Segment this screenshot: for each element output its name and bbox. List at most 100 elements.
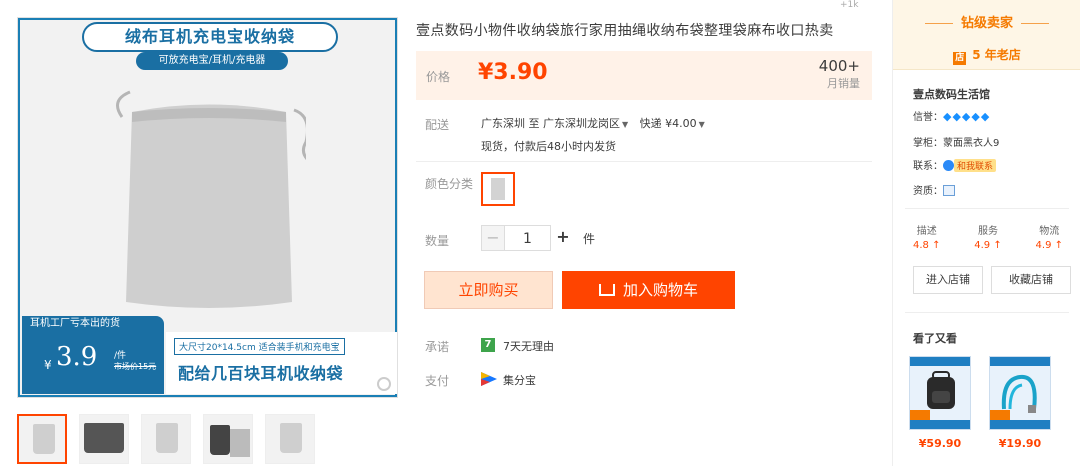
watch-again-title: 看了又看 [913, 332, 957, 345]
recommendation-item[interactable] [989, 356, 1051, 430]
score-label: 服务 [978, 226, 998, 237]
score-logistics: 物流 4.9 ↑ [1036, 222, 1063, 251]
promo-slogan: 配给几百块耳机收纳袋 [178, 364, 344, 383]
credit-row: 信誉：◆◆◆◆◆ [913, 108, 990, 123]
ship-method-select[interactable]: 快递 ¥4.00 ▼ [640, 117, 713, 130]
product-title: 壹点数码小物件收纳袋旅行家用抽绳收纳布袋整理袋麻布收口热卖 [416, 23, 834, 39]
bag-illustration [116, 90, 306, 308]
shop-age: 店 5 年老店 [893, 46, 1080, 65]
promo-price-block: ¥ 3.9 /件 市场价15元 [22, 332, 164, 394]
promo-tag: 耳机工厂亏本出的货 [22, 316, 164, 332]
license-icon[interactable] [943, 185, 955, 196]
enter-shop-button[interactable]: 进入店铺 [913, 266, 983, 294]
main-image-canvas: 绒布耳机充电宝收纳袋 可放充电宝/耳机/充电器 耳机工厂亏本出的货 ¥ 3.9 … [20, 20, 397, 395]
score-label: 描述 [916, 226, 937, 237]
qualification-label: 资质： [913, 186, 943, 197]
sales-count: 400+ [818, 57, 860, 75]
sales-label: 月销量 [827, 77, 860, 90]
price-label: 价格 [426, 70, 451, 84]
seller-sidebar: 钻级卖家 店 5 年老店 壹点数码生活馆 信誉：◆◆◆◆◆ 掌柜：蒙面黑衣人9 联… [892, 0, 1080, 466]
promo-price: 3.9 [56, 342, 98, 372]
score-description: 描述 4.8 ↑ [913, 222, 940, 251]
shop-age-text: 5 年老店 [972, 48, 1021, 62]
ship-method: 快递 ¥4.00 [639, 117, 697, 130]
thumbnail-5[interactable] [265, 414, 315, 464]
buy-now-button[interactable]: 立即购买 [424, 271, 553, 309]
cable-icon [1001, 374, 1037, 413]
color-swatch-selected[interactable] [481, 172, 515, 206]
promo-size-block: 大尺寸20*14.5cm 适合装手机和充电宝 配给几百块耳机收纳袋 [166, 332, 397, 394]
image-banner-title: 绒布耳机充电宝收纳袋 [82, 22, 338, 52]
thumbnail-1[interactable] [17, 414, 67, 464]
ship-from: 广东深圳 [481, 117, 525, 130]
divider [905, 208, 1069, 209]
divider [905, 312, 1069, 313]
thumbnail-3[interactable] [141, 414, 191, 464]
contact-button[interactable]: 和我联系 [954, 159, 997, 172]
shop-name[interactable]: 壹点数码生活馆 [913, 86, 990, 102]
thumbnail-strip [17, 414, 315, 464]
keeper-row: 掌柜：蒙面黑衣人9 [913, 134, 999, 149]
shipping-info: 广东深圳 至 广东深圳龙岗区 ▼ 快递 ¥4.00 ▼ [481, 115, 713, 131]
chevron-down-icon: ▼ [622, 120, 629, 129]
quantity-label: 数量 [425, 234, 450, 248]
quantity-stepper: − 1 + 件 [481, 225, 595, 251]
zoom-icon[interactable] [377, 377, 391, 391]
add-to-cart-button[interactable]: 加入购物车 [562, 271, 735, 309]
image-banner-subtitle: 可放充电宝/耳机/充电器 [136, 52, 288, 70]
score-value: 4.9 ↑ [1035, 240, 1063, 251]
promise-text[interactable]: 7天无理由 [503, 338, 554, 354]
price-value: ¥3.90 [478, 60, 548, 85]
promo-size: 大尺寸20*14.5cm 适合装手机和充电宝 [174, 338, 345, 355]
shipping-label: 配送 [425, 118, 450, 132]
contact-row: 联系： 和我联系 [913, 157, 997, 172]
recommendation-item[interactable] [909, 356, 971, 430]
main-product-image[interactable]: 绒布耳机充电宝收纳袋 可放充电宝/耳机/充电器 耳机工厂亏本出的货 ¥ 3.9 … [17, 17, 398, 398]
divider [416, 161, 872, 162]
return-policy-icon: 7 [481, 338, 495, 352]
keeper-name[interactable]: 蒙面黑衣人9 [943, 138, 999, 149]
score-value: 4.9 ↑ [974, 240, 1002, 251]
promo-yen: ¥ [44, 358, 52, 372]
promise-label: 承诺 [425, 340, 450, 354]
cart-icon [598, 284, 615, 296]
score-service: 服务 4.9 ↑ [974, 222, 1001, 251]
recommendation-price: ¥19.90 [998, 437, 1042, 450]
ship-to-word: 至 [528, 117, 540, 130]
ship-to-select[interactable]: 广东深圳龙岗区 ▼ [543, 117, 636, 130]
quantity-unit: 件 [583, 231, 596, 246]
quantity-input[interactable]: 1 [505, 225, 551, 251]
keeper-label: 掌柜： [913, 138, 943, 149]
favorite-shop-button[interactable]: 收藏店铺 [991, 266, 1071, 294]
quantity-minus-button[interactable]: − [481, 225, 505, 251]
monthly-sales: 400+ 月销量 [819, 57, 860, 91]
qualification-row: 资质： [913, 182, 955, 197]
score-value: 4.8 ↑ [913, 240, 941, 251]
quantity-plus-button[interactable]: + [551, 225, 575, 251]
backpack-icon [927, 371, 955, 409]
promo-unit: /件 [114, 351, 127, 361]
credit-label: 信誉： [913, 112, 943, 123]
credit-diamond-icon: ◆◆◆◆◆ [943, 110, 991, 123]
chat-icon [943, 160, 954, 171]
shop-scores: 描述 4.8 ↑ 服务 4.9 ↑ 物流 4.9 ↑ [913, 222, 1063, 251]
recommendation-price: ¥59.90 [918, 437, 962, 450]
shop-icon: 店 [953, 52, 967, 65]
score-label: 物流 [1039, 226, 1060, 237]
top-count: +1k [840, 0, 859, 10]
contact-label: 联系： [913, 161, 943, 172]
promo-market-price: 市场价15元 [114, 362, 157, 371]
ship-note: 现货，付款后48小时内发货 [481, 140, 616, 153]
jifenbao-icon [481, 372, 497, 386]
payment-label: 支付 [425, 374, 450, 388]
seller-level: 钻级卖家 [893, 12, 1080, 31]
thumbnail-4[interactable] [203, 414, 253, 464]
ship-to: 广东深圳龙岗区 [543, 117, 620, 130]
color-label: 颜色分类 [425, 177, 474, 191]
chevron-down-icon: ▼ [698, 120, 705, 129]
thumbnail-2[interactable] [79, 414, 129, 464]
price-panel: 价格 ¥3.90 400+ 月销量 [416, 51, 872, 100]
seller-header: 钻级卖家 店 5 年老店 [893, 0, 1080, 70]
payment-text[interactable]: 集分宝 [503, 372, 536, 388]
add-to-cart-label: 加入购物车 [622, 281, 698, 299]
